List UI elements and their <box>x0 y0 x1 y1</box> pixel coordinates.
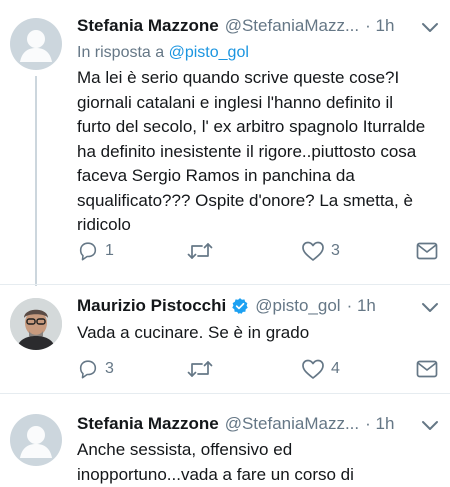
reply-button[interactable]: 1 <box>77 238 114 264</box>
chevron-down-icon[interactable] <box>420 418 440 434</box>
like-count: 4 <box>331 360 340 377</box>
like-icon <box>302 359 324 379</box>
tweet-text: Vada a cucinare. Se è in grado <box>77 323 310 342</box>
like-button[interactable]: 4 <box>301 356 340 382</box>
display-name[interactable]: Maurizio Pistocchi <box>77 296 226 316</box>
avatar[interactable] <box>10 298 62 350</box>
avatar[interactable] <box>10 18 62 70</box>
reply-prefix: In risposta a <box>77 44 165 61</box>
like-button[interactable]: 3 <box>301 238 340 264</box>
profile-photo-avatar-icon <box>10 298 62 350</box>
tweet-actions: 1 3 <box>77 238 442 264</box>
like-count: 3 <box>331 242 340 259</box>
reply-icon <box>79 242 97 261</box>
retweet-button[interactable] <box>187 238 219 264</box>
tweet-header: Stefania Mazzone @StefaniaMazz... · 1h <box>77 13 440 39</box>
tweet-header: Stefania Mazzone @StefaniaMazz... · 1h <box>77 411 440 437</box>
default-avatar-icon <box>20 426 52 458</box>
avatar[interactable] <box>10 414 62 466</box>
user-handle[interactable]: @pisto_gol <box>255 296 340 316</box>
thread-line <box>35 76 37 286</box>
tweet-text: Ma lei è serio quando scrive queste cose… <box>77 68 426 234</box>
chevron-down-icon[interactable] <box>420 20 440 36</box>
timestamp[interactable]: · 1h <box>365 414 394 434</box>
user-handle[interactable]: @StefaniaMazz... <box>225 414 359 434</box>
tweet-header: Maurizio Pistocchi @pisto_gol · 1h <box>77 293 440 319</box>
reply-button[interactable]: 3 <box>77 356 114 382</box>
timestamp[interactable]: · 1h <box>365 16 394 36</box>
retweet-button[interactable] <box>187 356 219 382</box>
direct-message-button[interactable] <box>415 356 439 382</box>
tweet-2[interactable]: Maurizio Pistocchi @pisto_gol · 1h Vada … <box>0 285 450 393</box>
reply-count: 1 <box>105 242 114 259</box>
reply-icon <box>79 360 97 379</box>
retweet-icon <box>187 243 213 259</box>
default-avatar-icon <box>20 30 52 62</box>
reply-mention-link[interactable]: @pisto_gol <box>169 44 249 61</box>
display-name[interactable]: Stefania Mazzone <box>77 414 219 434</box>
reply-count: 3 <box>105 360 114 377</box>
retweet-icon <box>187 361 213 377</box>
timestamp[interactable]: · 1h <box>347 296 376 316</box>
tweet-actions: 3 4 <box>77 356 442 382</box>
like-icon <box>302 241 324 261</box>
direct-message-icon <box>416 360 438 378</box>
reply-context: In risposta a @pisto_gol <box>77 44 249 62</box>
tweet-3[interactable]: Stefania Mazzone @StefaniaMazz... · 1h A… <box>0 394 450 484</box>
chevron-down-icon[interactable] <box>420 300 440 316</box>
tweet-1[interactable]: Stefania Mazzone @StefaniaMazz... · 1h I… <box>0 0 450 286</box>
direct-message-button[interactable] <box>415 238 439 264</box>
display-name[interactable]: Stefania Mazzone <box>77 16 219 36</box>
direct-message-icon <box>416 242 438 260</box>
verified-badge-icon <box>232 298 248 314</box>
user-handle[interactable]: @StefaniaMazz... <box>225 16 359 36</box>
